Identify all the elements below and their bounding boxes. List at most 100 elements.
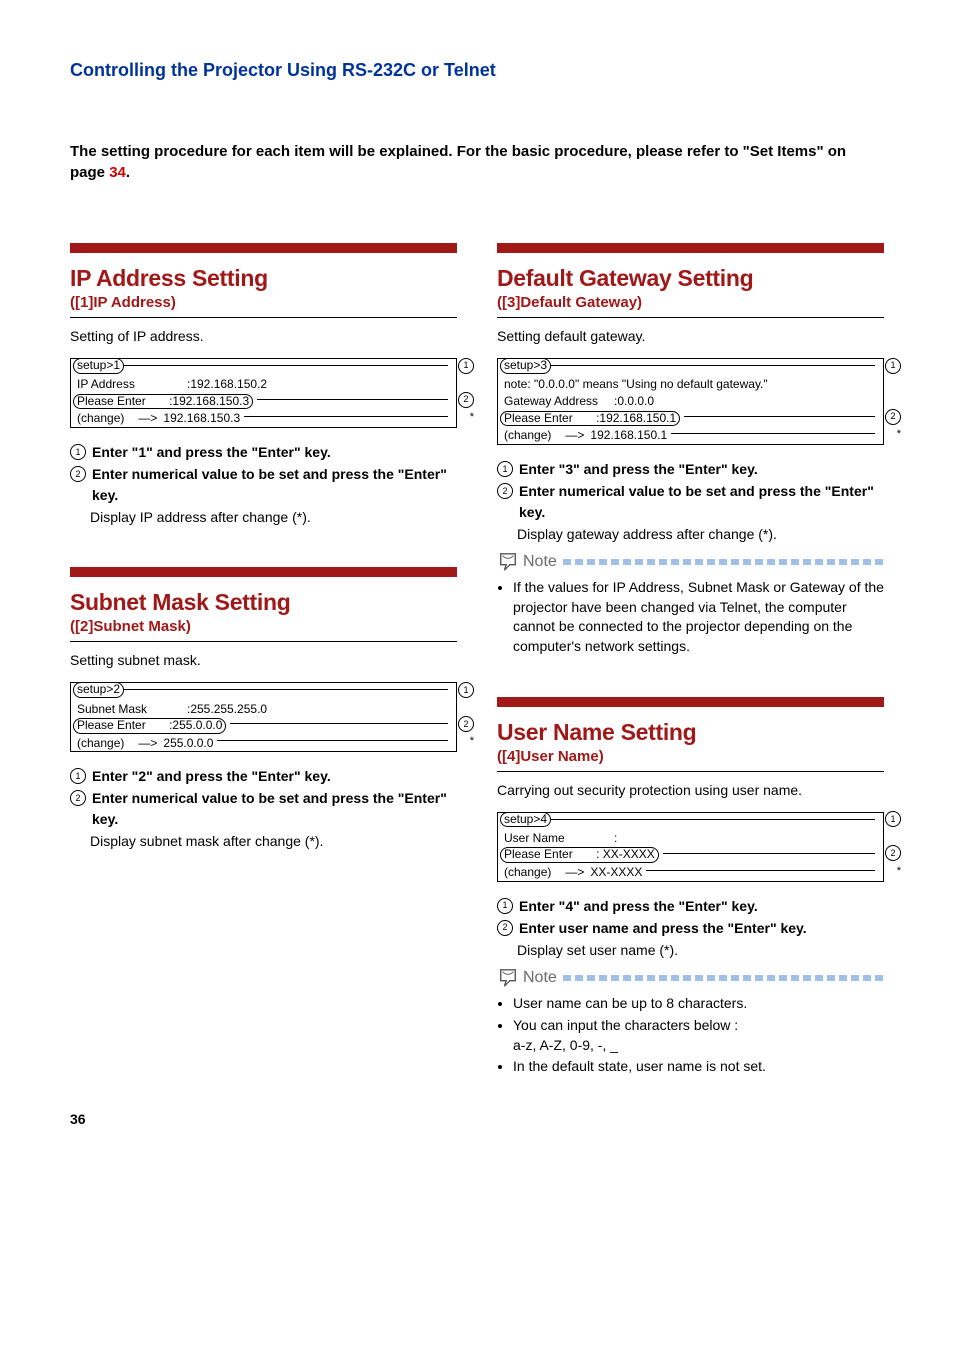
callout-2-icon: 2 [885, 409, 901, 425]
section-title: User Name Setting [497, 719, 884, 746]
terminal-block: setup>4 x 1 User Name : Please Enter : X… [497, 812, 884, 882]
section-subnet-mask: Subnet Mask Setting ([2]Subnet Mask) Set… [70, 567, 457, 851]
steps-list: 1 Enter "1" and press the "Enter" key. 2E… [70, 442, 457, 527]
section-bar [70, 243, 457, 253]
row-value: :255.255.255.0 [187, 701, 267, 717]
section-desc: Carrying out security protection using u… [497, 782, 884, 798]
step-2-text: Enter numerical value to be set and pres… [519, 483, 874, 519]
terminal-prompt: setup>2 [73, 682, 124, 698]
row-label: (change) [504, 427, 551, 443]
step-1-text: Enter "1" and press the "Enter" key. [92, 444, 331, 460]
section-bar [497, 243, 884, 253]
arrow-icon: —> [138, 410, 157, 426]
note-icon [497, 968, 519, 988]
step-2-text: Enter numerical value to be set and pres… [92, 466, 447, 502]
callout-2-icon: 2 [458, 716, 474, 732]
step-1-text: Enter "2" and press the "Enter" key. [92, 768, 331, 784]
steps-list: 1 Enter "4" and press the "Enter" key. 2E… [497, 896, 884, 961]
terminal-block: setup>3 x 1 note: "0.0.0.0" means "Using… [497, 358, 884, 445]
section-bar [497, 697, 884, 707]
terminal-block: setup>2 x 1 Subnet Mask :255.255.255.0 P… [70, 682, 457, 752]
divider [70, 317, 457, 318]
callout-1-icon: 1 [885, 358, 901, 374]
section-ip-address: IP Address Setting ([1]IP Address) Setti… [70, 243, 457, 527]
note-item: In the default state, user name is not s… [513, 1057, 884, 1077]
row-label: (change) [504, 864, 551, 880]
note-label: Note [523, 553, 557, 571]
arrow-icon: —> [565, 427, 584, 443]
step-1-icon: 1 [70, 768, 86, 784]
row-label: (change) [77, 735, 124, 751]
row-value: : XX-XXXX [596, 847, 655, 861]
step-2-icon: 2 [497, 920, 513, 936]
step-after-text: Display gateway address after change (*)… [517, 524, 884, 544]
terminal-prompt: setup>1 [73, 358, 124, 374]
callout-1-icon: 1 [458, 358, 474, 374]
step-after-text: Display set user name (*). [517, 940, 884, 960]
section-default-gateway: Default Gateway Setting ([3]Default Gate… [497, 243, 884, 657]
terminal-prompt: setup>4 [500, 812, 551, 828]
step-2-icon: 2 [497, 483, 513, 499]
note-dots [563, 975, 884, 981]
row-label: Subnet Mask [77, 701, 187, 717]
page-header: Controlling the Projector Using RS-232C … [70, 60, 884, 81]
note-body: User name can be up to 8 characters. You… [497, 994, 884, 1076]
divider [70, 641, 457, 642]
row-value: XX-XXXX [590, 864, 642, 880]
section-subtitle: ([1]IP Address) [70, 294, 457, 311]
section-title: Default Gateway Setting [497, 265, 884, 292]
row-value: :192.168.150.1 [596, 411, 676, 425]
note-dots [563, 559, 884, 565]
arrow-icon: —> [138, 735, 157, 751]
step-1-text: Enter "3" and press the "Enter" key. [519, 461, 758, 477]
step-1-text: Enter "4" and press the "Enter" key. [519, 898, 758, 914]
row-label: User Name [504, 830, 614, 846]
callout-star: * [470, 734, 474, 749]
callout-2-icon: 2 [458, 392, 474, 408]
terminal-prompt: setup>3 [500, 358, 551, 374]
page-number: 36 [70, 1111, 86, 1127]
row-value: :192.168.150.2 [187, 376, 267, 392]
step-2-icon: 2 [70, 466, 86, 482]
step-1-icon: 1 [497, 461, 513, 477]
row-value: :255.0.0.0 [169, 718, 222, 732]
section-subtitle: ([4]User Name) [497, 748, 884, 765]
row-label: IP Address [77, 376, 187, 392]
row-value: :0.0.0.0 [614, 393, 654, 409]
row-label: Please Enter [77, 395, 146, 409]
steps-list: 1 Enter "3" and press the "Enter" key. 2E… [497, 459, 884, 544]
step-1-icon: 1 [497, 898, 513, 914]
section-subtitle: ([2]Subnet Mask) [70, 618, 457, 635]
row-label: Gateway Address [504, 393, 614, 409]
note-header: Note [497, 552, 884, 572]
intro-before: The setting procedure for each item will… [70, 143, 846, 181]
step-2-text: Enter user name and press the "Enter" ke… [519, 920, 807, 936]
section-desc: Setting default gateway. [497, 328, 884, 344]
note-icon [497, 552, 519, 572]
intro-text: The setting procedure for each item will… [70, 141, 884, 183]
step-after-text: Display subnet mask after change (*). [90, 831, 457, 851]
step-after-text: Display IP address after change (*). [90, 507, 457, 527]
divider [497, 317, 884, 318]
row-value: 192.168.150.1 [590, 427, 667, 443]
intro-after: . [126, 164, 130, 181]
step-1-icon: 1 [70, 444, 86, 460]
section-bar [70, 567, 457, 577]
callout-1-icon: 1 [885, 811, 901, 827]
section-desc: Setting subnet mask. [70, 652, 457, 668]
callout-1-icon: 1 [458, 682, 474, 698]
callout-2-icon: 2 [885, 845, 901, 861]
intro-page-ref: 34 [109, 164, 126, 181]
section-desc: Setting of IP address. [70, 328, 457, 344]
note-item: You can input the characters below : a-z… [513, 1016, 884, 1055]
note-body: If the values for IP Address, Subnet Mas… [497, 578, 884, 656]
row-label: Please Enter [77, 719, 146, 733]
step-2-icon: 2 [70, 790, 86, 806]
terminal-note: note: "0.0.0.0" means "Using no default … [504, 376, 768, 392]
row-value: 192.168.150.3 [163, 410, 240, 426]
row-value: :192.168.150.3 [169, 394, 249, 408]
row-label: (change) [77, 410, 124, 426]
arrow-icon: —> [565, 864, 584, 880]
note-item: If the values for IP Address, Subnet Mas… [513, 578, 884, 656]
row-label: Please Enter [504, 412, 573, 426]
